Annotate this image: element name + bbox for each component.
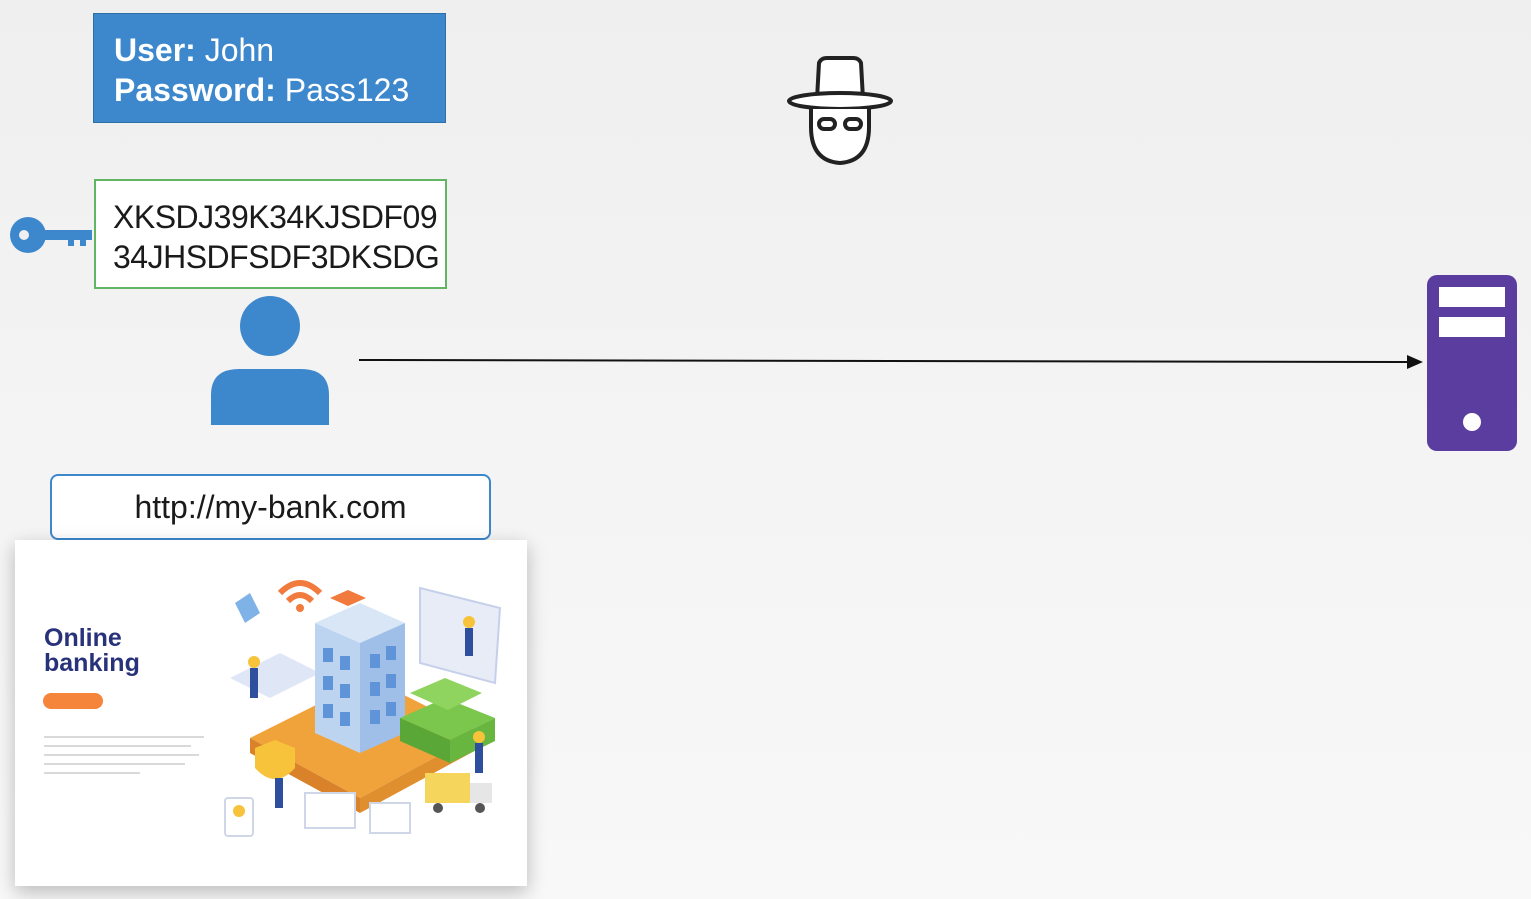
- key-icon: [10, 217, 92, 253]
- user-icon: [211, 296, 329, 425]
- banking-illustration: [224, 580, 502, 837]
- site-body-text: [44, 736, 204, 781]
- password-line: Password: Pass123: [114, 70, 445, 110]
- site-heading: Online banking: [44, 626, 204, 676]
- url-bar[interactable]: http://my-bank.com: [50, 474, 491, 540]
- session-token-box: XKSDJ39K34KJSDF09 34JHSDFSDF3DKSDG: [94, 179, 447, 289]
- arrow-icon: [358, 355, 1423, 369]
- server-icon: [1427, 275, 1517, 451]
- password-value: Pass123: [284, 72, 410, 108]
- site-heading-line-2: banking: [44, 649, 140, 677]
- hacker-icon: [787, 56, 893, 166]
- token-line-1: XKSDJ39K34KJSDF09: [113, 199, 438, 235]
- token-line-2: 34JHSDFSDF3DKSDG: [113, 239, 440, 275]
- user-value: John: [204, 32, 275, 68]
- get-started-button[interactable]: [43, 693, 103, 709]
- user-label: User:: [114, 32, 196, 68]
- site-heading-line-1: Online: [44, 624, 122, 652]
- website-preview: Online banking: [15, 540, 527, 886]
- password-label: Password:: [114, 72, 276, 108]
- user-line: User: John: [114, 30, 445, 70]
- credentials-box: User: John Password: Pass123: [93, 13, 446, 123]
